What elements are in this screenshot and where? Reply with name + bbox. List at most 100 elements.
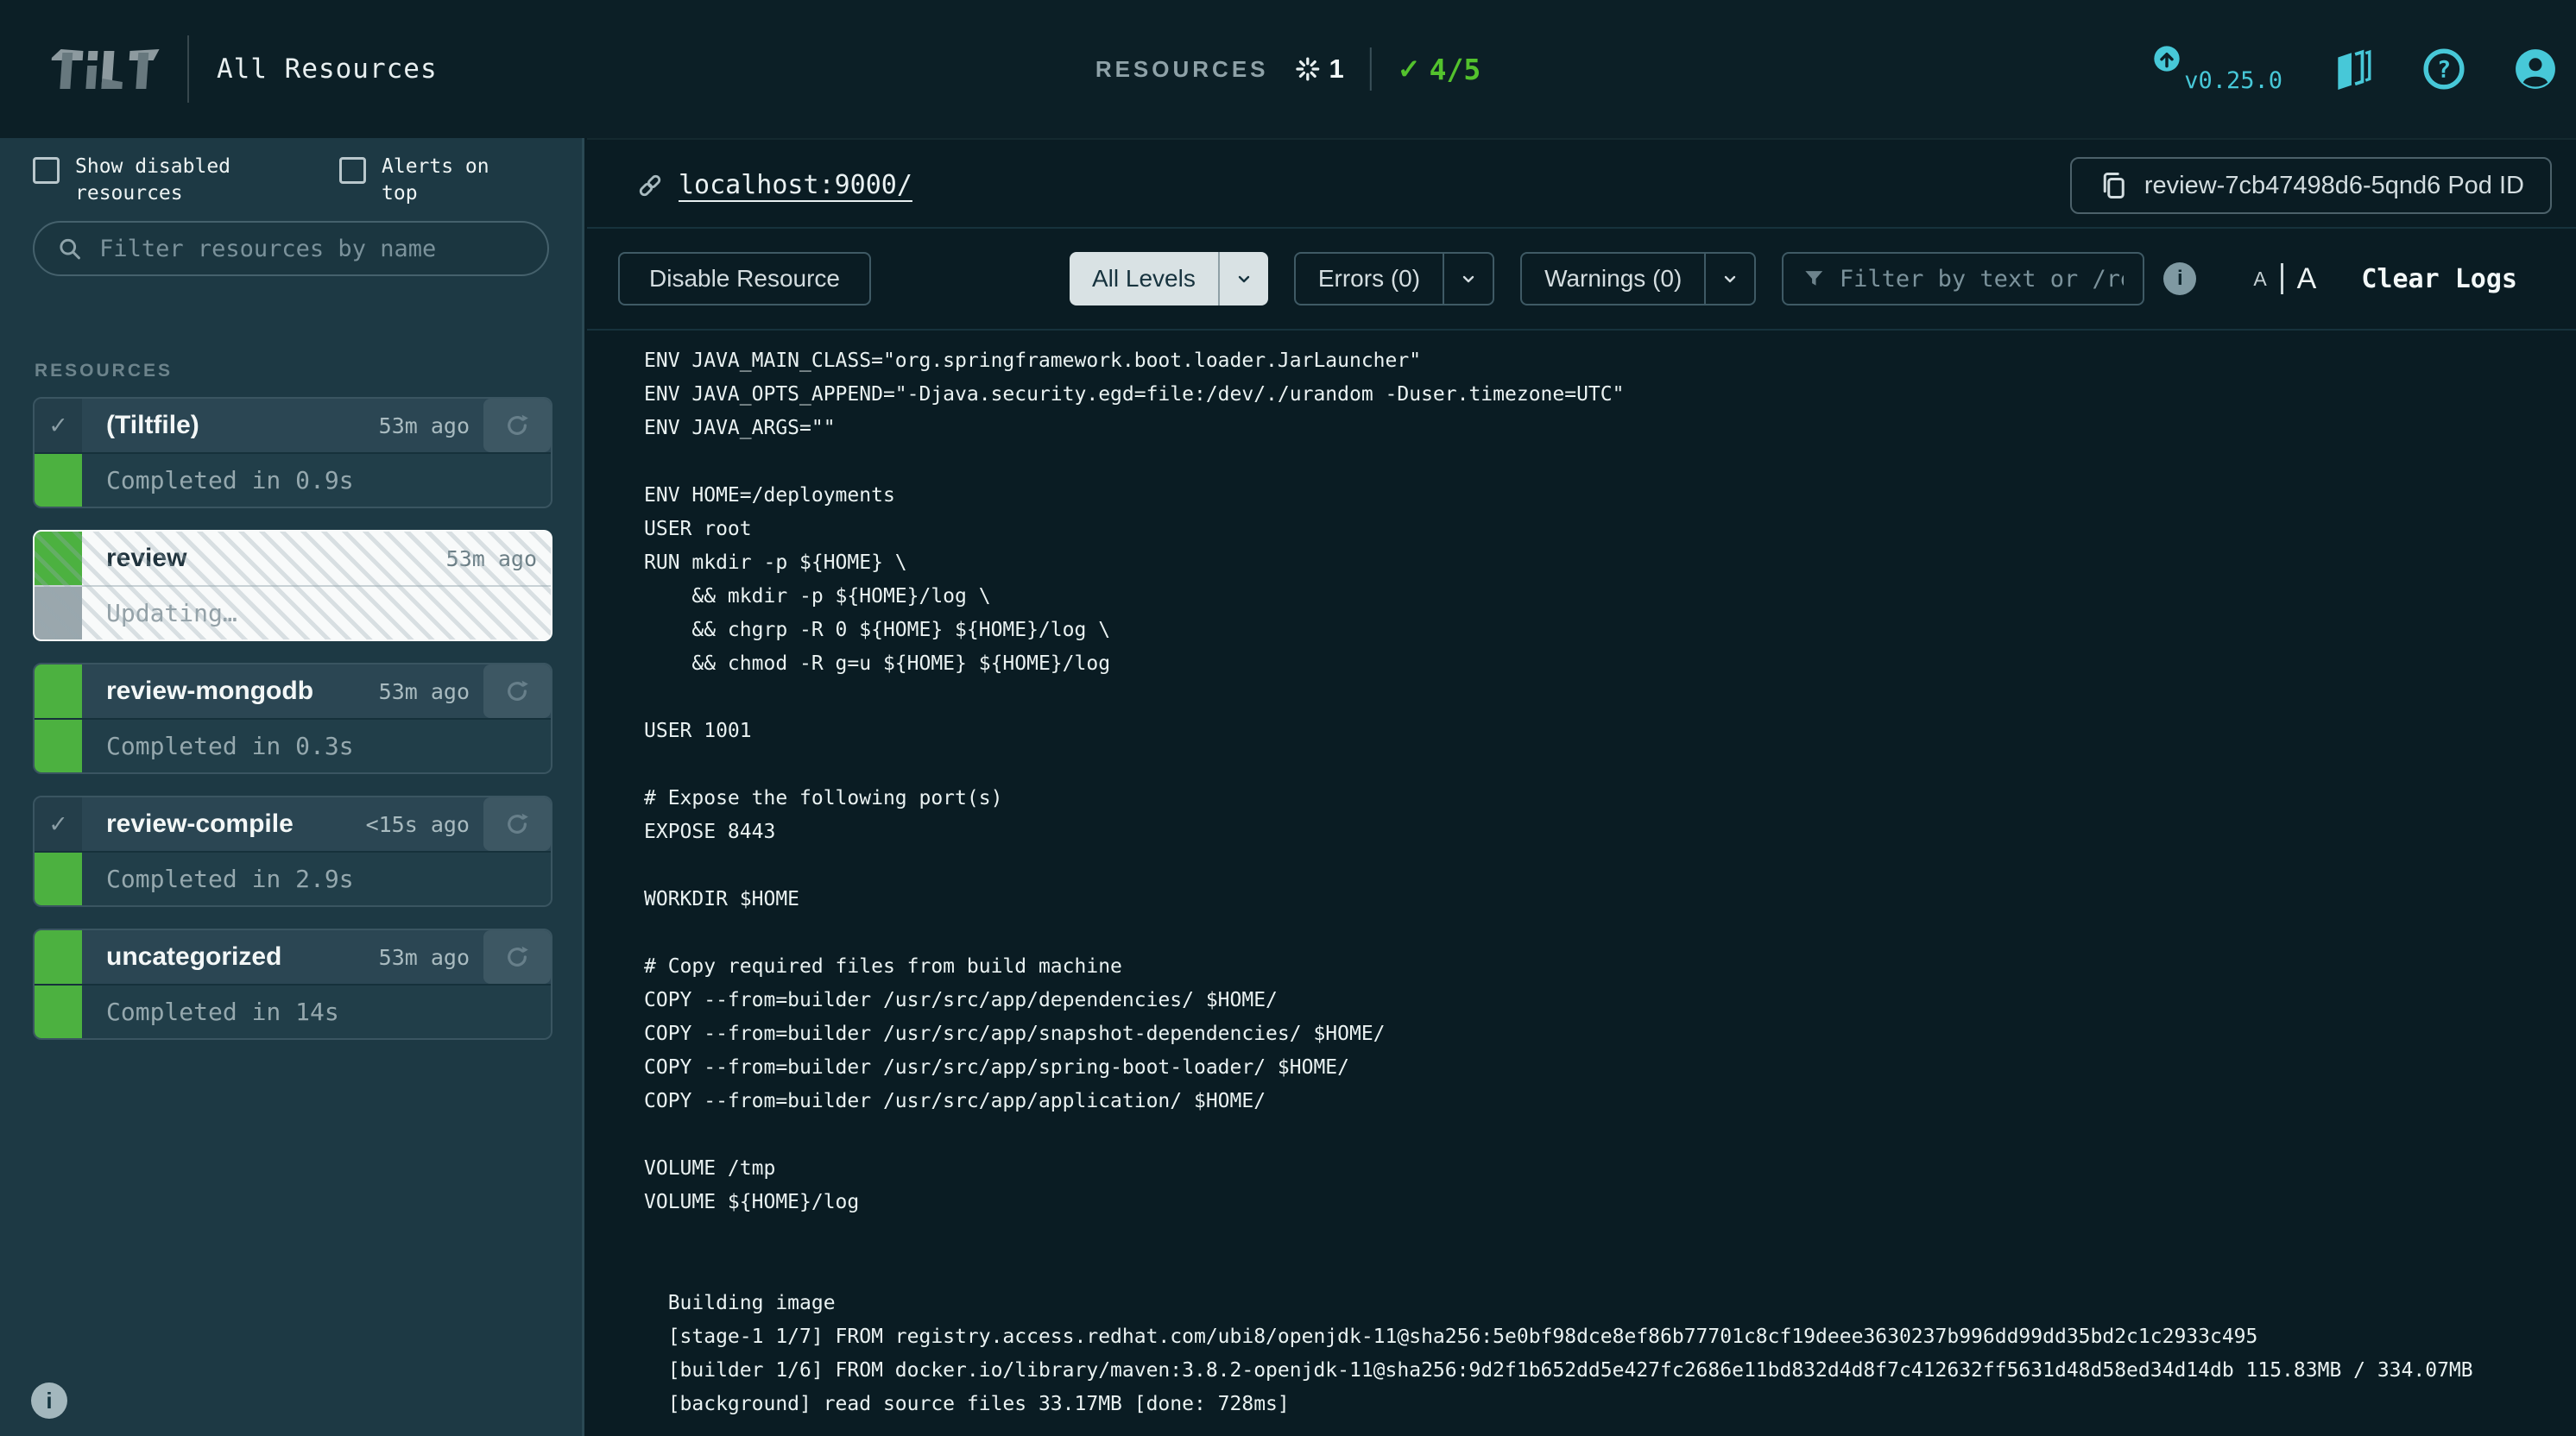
checkbox-box[interactable]	[33, 157, 60, 184]
healthy-ratio: 4/5	[1430, 53, 1481, 86]
resource-time: 53m ago	[379, 413, 483, 438]
resource-card-review-compile[interactable]: ✓ review-compile <15s ago Completed in 2…	[33, 796, 552, 907]
sidebar-options: Show disabled resources Alerts on top	[33, 154, 551, 207]
resource-card-uncategorized[interactable]: uncategorized 53m ago Completed in 14s	[33, 929, 552, 1040]
summary-divider	[1370, 47, 1372, 91]
link-icon	[635, 171, 665, 200]
refresh-button[interactable]	[483, 664, 551, 718]
chevron-down-icon[interactable]	[1444, 254, 1493, 304]
spinner-icon	[1295, 56, 1321, 82]
refresh-button[interactable]	[483, 399, 551, 452]
resource-card-review-mongodb[interactable]: review-mongodb 53m ago Completed in 0.3s	[33, 663, 552, 774]
header-actions: v0.25.0 ?	[2153, 0, 2557, 138]
sidebar: Show disabled resources Alerts on top RE…	[0, 138, 584, 1436]
info-icon[interactable]: i	[31, 1382, 67, 1419]
svg-text:?: ?	[2437, 56, 2451, 83]
alerts-on-top-checkbox[interactable]: Alerts on top	[339, 154, 511, 207]
status-bar	[35, 454, 82, 507]
resource-filter-field[interactable]	[33, 221, 549, 276]
resource-time: 53m ago	[379, 945, 483, 970]
refresh-icon	[503, 943, 531, 971]
refresh-icon	[503, 412, 531, 439]
font-larger-button[interactable]: A	[2297, 262, 2317, 296]
resource-filter-input[interactable]	[99, 236, 525, 262]
docs-icon[interactable]	[2331, 47, 2374, 91]
font-size-control: A A	[2253, 262, 2316, 296]
status-bar	[35, 664, 82, 718]
refresh-button[interactable]	[483, 797, 551, 851]
upgrade-arrow-icon	[2153, 45, 2181, 72]
update-available-button[interactable]: v0.25.0	[2153, 45, 2282, 94]
resource-card-tiltfile[interactable]: ✓ (Tiltfile) 53m ago Completed in 0.9s	[33, 397, 552, 508]
funnel-icon	[1803, 266, 1826, 292]
clear-logs-button[interactable]: Clear Logs	[2361, 264, 2517, 294]
resource-name: uncategorized	[106, 942, 281, 972]
status-bar	[35, 853, 82, 905]
resource-time: <15s ago	[366, 812, 483, 837]
resource-status: Updating…	[106, 599, 237, 627]
checkbox-label: Alerts on top	[382, 154, 511, 207]
disable-resource-button[interactable]: Disable Resource	[618, 252, 871, 305]
log-level-label: All Levels	[1070, 252, 1218, 305]
page-title: All Resources	[217, 54, 438, 85]
refresh-button[interactable]	[483, 930, 551, 984]
status-bar	[35, 532, 82, 585]
status-bar	[35, 587, 82, 639]
log-filter-input[interactable]	[1840, 266, 2124, 293]
log-output: ENV JAVA_MAIN_CLASS="org.springframework…	[587, 331, 2576, 1421]
show-disabled-checkbox[interactable]: Show disabled resources	[33, 154, 256, 207]
resources-summary-label: RESOURCES	[1095, 56, 1269, 83]
resource-status: Completed in 0.3s	[106, 732, 354, 760]
pending-count-group[interactable]: 1	[1295, 54, 1344, 85]
resource-name: (Tiltfile)	[106, 411, 199, 440]
status-bar	[35, 720, 82, 772]
main-panel: localhost:9000/ review-7cb47498d6-5qnd6 …	[587, 138, 2576, 1436]
tilt-logo-icon[interactable]	[47, 44, 161, 94]
log-pane[interactable]: ENV JAVA_MAIN_CLASS="org.springframework…	[587, 331, 2576, 1434]
resource-name: review-compile	[106, 809, 294, 839]
log-toolbar: Disable Resource All Levels Errors (0) W…	[587, 229, 2576, 331]
chevron-down-icon[interactable]	[1220, 252, 1268, 305]
app-header: All Resources RESOURCES 1 ✓ 4/5	[0, 0, 2576, 138]
header-divider	[187, 35, 189, 103]
resource-name: review-mongodb	[106, 677, 313, 706]
pod-id-label: review-7cb47498d6-5qnd6 Pod ID	[2144, 172, 2524, 200]
status-bar	[35, 986, 82, 1038]
resource-check-icon: ✓	[35, 399, 82, 452]
status-bar	[35, 930, 82, 984]
checkbox-label: Show disabled resources	[75, 154, 256, 207]
warnings-filter-button[interactable]: Warnings (0)	[1520, 252, 1756, 305]
log-level-dropdown[interactable]: All Levels	[1070, 252, 1268, 305]
resource-status: Completed in 2.9s	[106, 865, 354, 893]
version-label: v0.25.0	[2184, 67, 2282, 94]
healthy-count-group[interactable]: ✓ 4/5	[1398, 53, 1481, 86]
resource-time: 53m ago	[446, 546, 551, 571]
resource-status: Completed in 14s	[106, 998, 339, 1026]
refresh-icon	[503, 677, 531, 705]
search-icon	[57, 235, 82, 262]
filter-info-icon[interactable]: i	[2163, 262, 2196, 295]
resource-time: 53m ago	[379, 679, 483, 704]
log-filter-field[interactable]	[1782, 252, 2144, 305]
errors-label: Errors (0)	[1296, 254, 1443, 304]
resource-check-icon: ✓	[35, 797, 82, 851]
errors-filter-button[interactable]: Errors (0)	[1294, 252, 1494, 305]
resource-status: Completed in 0.9s	[106, 466, 354, 494]
tilt-app-window: All Resources RESOURCES 1 ✓ 4/5	[0, 0, 2576, 1436]
resource-card-review[interactable]: review 53m ago Updating…	[33, 530, 552, 641]
resource-header-bar: localhost:9000/ review-7cb47498d6-5qnd6 …	[587, 138, 2576, 229]
resource-name: review	[106, 544, 186, 573]
resource-list: ✓ (Tiltfile) 53m ago Completed in 0.9s	[33, 397, 552, 1061]
font-smaller-button[interactable]: A	[2253, 268, 2266, 291]
copy-pod-id-button[interactable]: review-7cb47498d6-5qnd6 Pod ID	[2070, 157, 2552, 214]
checkbox-box[interactable]	[339, 157, 366, 184]
help-icon[interactable]: ?	[2422, 47, 2466, 91]
font-size-divider	[2281, 263, 2283, 294]
account-icon[interactable]	[2514, 47, 2557, 91]
copy-icon	[2098, 170, 2129, 201]
check-icon: ✓	[1398, 53, 1421, 85]
endpoint-link[interactable]: localhost:9000/	[635, 140, 912, 230]
pending-count: 1	[1329, 54, 1344, 85]
resources-section-label: RESOURCES	[35, 361, 173, 381]
chevron-down-icon[interactable]	[1706, 254, 1754, 304]
